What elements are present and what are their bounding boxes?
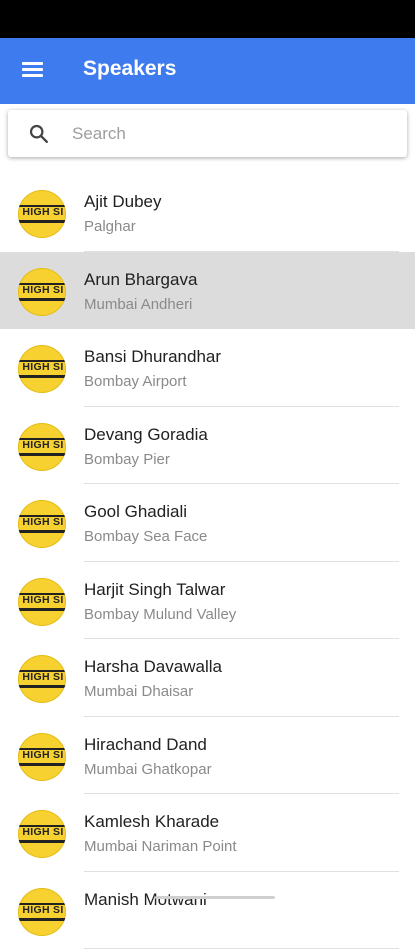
- avatar-text: HIGH SI: [18, 749, 66, 761]
- speaker-name: Hirachand Dand: [84, 735, 207, 755]
- speaker-location: Mumbai Dhaisar: [84, 683, 193, 700]
- avatar: HIGH SI: [18, 810, 66, 858]
- avatar-text: HIGH SI: [18, 206, 66, 218]
- list-item[interactable]: HIGH SI Bansi Dhurandhar Bombay Airport: [0, 329, 415, 407]
- avatar-text: HIGH SI: [18, 284, 66, 296]
- avatar-text: HIGH SI: [18, 826, 66, 838]
- avatar: HIGH SI: [18, 423, 66, 471]
- page-title: Speakers: [83, 57, 176, 81]
- avatar: HIGH SI: [18, 733, 66, 781]
- speaker-name: Arun Bhargava: [84, 270, 197, 290]
- speaker-name: Harjit Singh Talwar: [84, 580, 225, 600]
- list-item[interactable]: HIGH SI Harjit Singh Talwar Bombay Mulund …: [0, 562, 415, 640]
- avatar: HIGH SI: [18, 190, 66, 238]
- list-item[interactable]: HIGH SI Arun Bhargava Mumbai Andheri: [0, 252, 415, 330]
- speaker-name: Devang Goradia: [84, 425, 208, 445]
- speaker-location: Bombay Mulund Valley: [84, 606, 236, 623]
- speaker-location: Mumbai Andheri: [84, 296, 192, 313]
- avatar: HIGH SI: [18, 578, 66, 626]
- avatar: HIGH SI: [18, 655, 66, 703]
- speaker-name: Kamlesh Kharade: [84, 812, 219, 832]
- avatar-text: HIGH SI: [18, 904, 66, 916]
- speaker-location: Mumbai Nariman Point: [84, 838, 237, 855]
- avatar: HIGH SI: [18, 500, 66, 548]
- list-item[interactable]: HIGH SI Harsha Davawalla Mumbai Dhaisar: [0, 639, 415, 717]
- speaker-name: Harsha Davawalla: [84, 657, 222, 677]
- list-item[interactable]: HIGH SI Ajit Dubey Palghar: [0, 174, 415, 252]
- speaker-location: Palghar: [84, 218, 136, 235]
- speaker-location: Bombay Sea Face: [84, 528, 207, 545]
- search-icon: [28, 123, 50, 145]
- speaker-location: Mumbai Ghatkopar: [84, 761, 212, 778]
- home-indicator: [155, 896, 275, 899]
- avatar: HIGH SI: [18, 888, 66, 936]
- avatar-text: HIGH SI: [18, 671, 66, 683]
- app-bar: Speakers: [0, 38, 415, 104]
- speaker-location: Bombay Airport: [84, 373, 187, 390]
- search-bar[interactable]: [8, 110, 407, 157]
- avatar-text: HIGH SI: [18, 361, 66, 373]
- menu-icon[interactable]: [20, 59, 46, 81]
- avatar-text: HIGH SI: [18, 594, 66, 606]
- list-item[interactable]: HIGH SI Hirachand Dand Mumbai Ghatkopar: [0, 717, 415, 795]
- speaker-name: Gool Ghadiali: [84, 502, 187, 522]
- avatar: HIGH SI: [18, 268, 66, 316]
- search-input[interactable]: [70, 119, 394, 149]
- speaker-name: Ajit Dubey: [84, 192, 161, 212]
- speaker-name: Bansi Dhurandhar: [84, 347, 221, 367]
- list-item[interactable]: HIGH SI Gool Ghadiali Bombay Sea Face: [0, 484, 415, 562]
- list-item[interactable]: HIGH SI Devang Goradia Bombay Pier: [0, 407, 415, 485]
- status-bar: [0, 0, 415, 38]
- speaker-list: HIGH SI Ajit Dubey Palghar HIGH SI Arun Bhar…: [0, 174, 415, 949]
- list-item[interactable]: HIGH SI Kamlesh Kharade Mumbai Nariman Poi…: [0, 794, 415, 872]
- avatar-text: HIGH SI: [18, 516, 66, 528]
- speaker-location: Bombay Pier: [84, 451, 170, 468]
- avatar: HIGH SI: [18, 345, 66, 393]
- avatar-text: HIGH SI: [18, 439, 66, 451]
- list-item[interactable]: HIGH SIManish Motwani: [0, 872, 415, 949]
